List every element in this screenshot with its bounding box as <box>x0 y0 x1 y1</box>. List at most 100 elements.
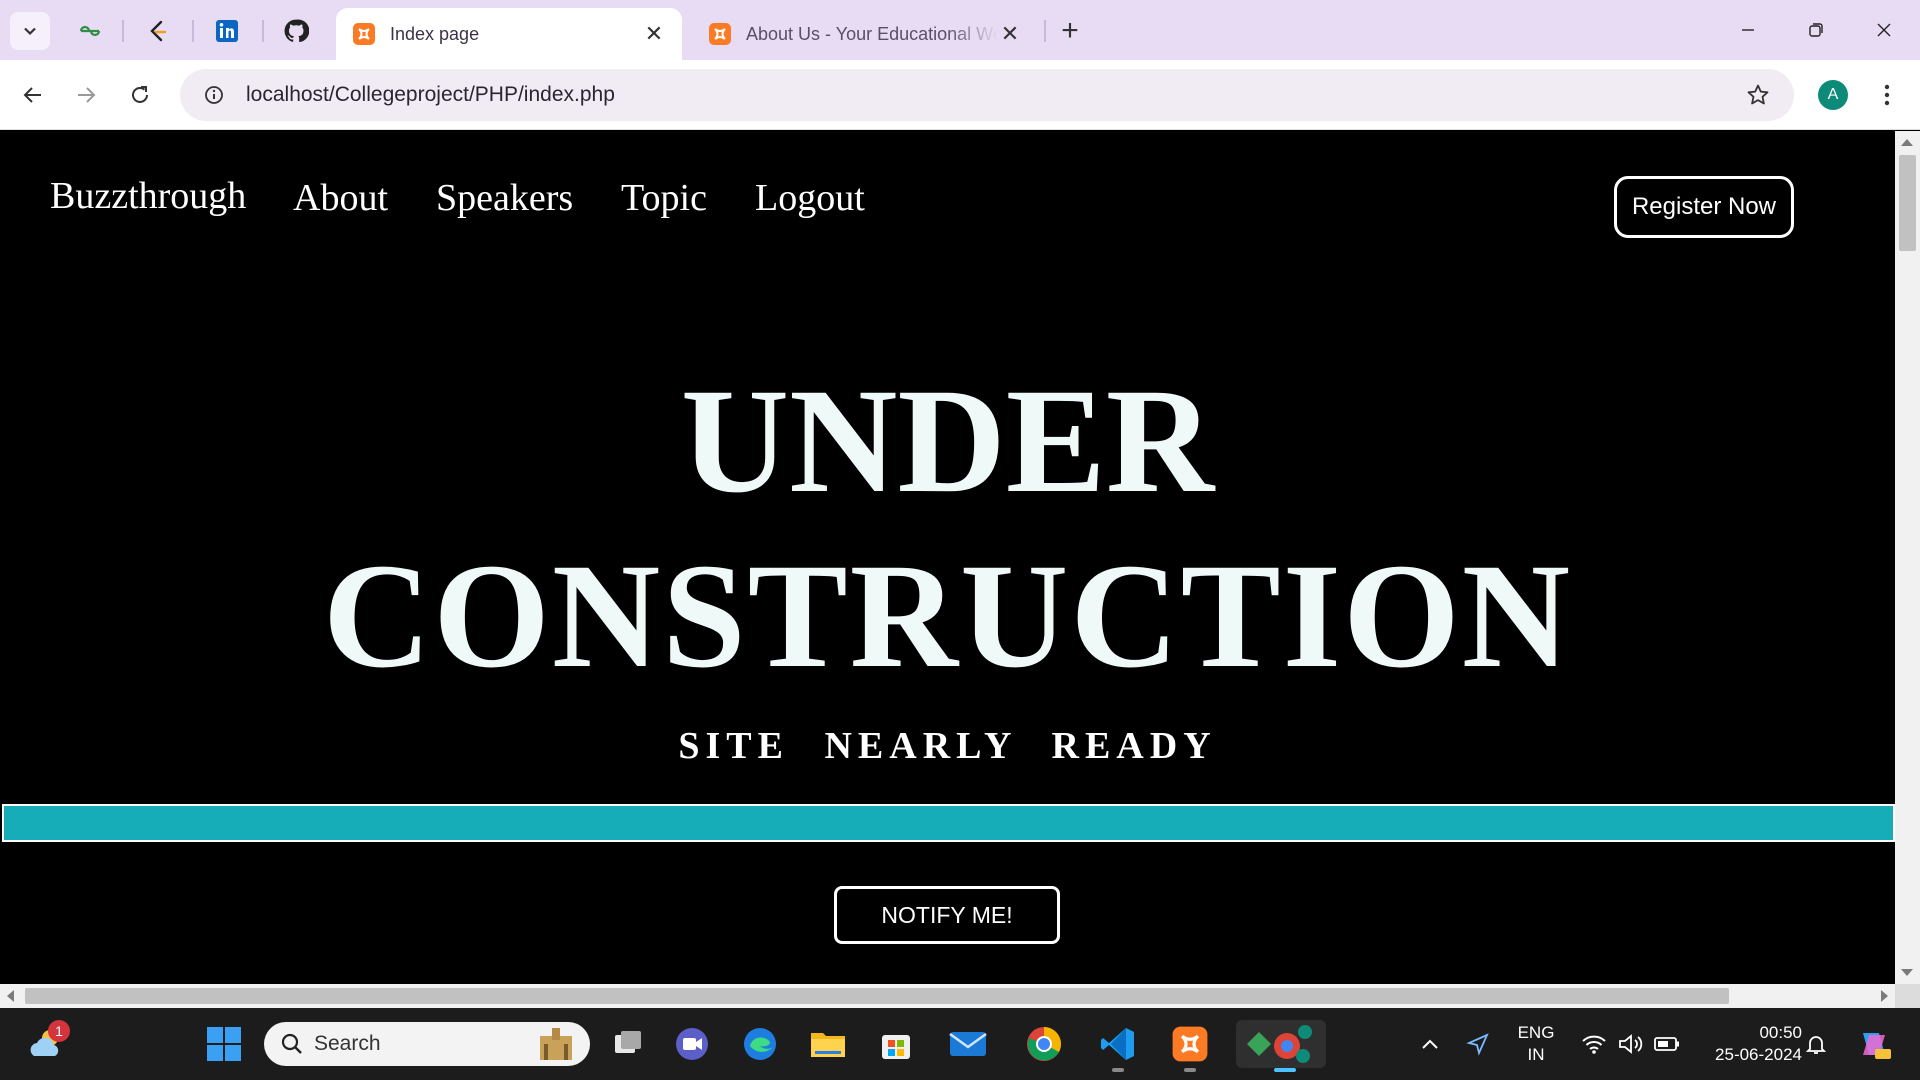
tab-about-us[interactable]: About Us - Your Educational Website ✕ <box>692 8 1038 60</box>
active-indicator <box>1274 1068 1296 1072</box>
mail-icon <box>949 1032 987 1056</box>
battery-status[interactable] <box>1648 1020 1686 1068</box>
close-icon <box>1877 23 1891 37</box>
profile-avatar[interactable]: A <box>1818 80 1848 110</box>
site-navbar: Buzzthrough About Speakers Topic Logout … <box>0 131 1895 271</box>
url-text[interactable]: localhost/Collegeproject/PHP/index.php <box>246 83 1734 107</box>
wifi-status[interactable] <box>1574 1020 1614 1068</box>
taskbar-edge[interactable] <box>736 1020 784 1068</box>
pinned-tab-geeksforgeeks[interactable] <box>68 12 112 50</box>
restore-button[interactable] <box>1786 8 1846 52</box>
new-tab-button[interactable]: + <box>1050 12 1090 50</box>
xampp-icon <box>352 22 376 46</box>
nav-link-topic[interactable]: Topic <box>621 176 707 220</box>
pinned-tab-leetcode[interactable] <box>136 12 180 50</box>
arrow-right-icon <box>78 87 96 103</box>
register-now-button[interactable]: Register Now <box>1614 176 1794 238</box>
windows-taskbar: 1 Search ENG IN 00:50 25-06-2024 <box>0 1008 1920 1080</box>
hero-subtitle: SITE NEARLY READY <box>678 725 1217 767</box>
back-button[interactable] <box>11 73 55 117</box>
notify-me-button[interactable]: NOTIFY ME! <box>834 886 1060 944</box>
volume-status[interactable] <box>1612 1020 1650 1068</box>
plus-icon: + <box>1061 14 1079 47</box>
taskbar-store[interactable] <box>872 1020 920 1068</box>
copilot-button[interactable] <box>1850 1020 1898 1068</box>
notification-center-button[interactable] <box>1796 1020 1836 1068</box>
address-bar[interactable]: localhost/Collegeproject/PHP/index.php <box>180 69 1794 121</box>
wifi-icon <box>1582 1035 1606 1054</box>
hero-heading-line2: CONSTRUCTION <box>322 533 1573 699</box>
hero-heading-line1: UNDER <box>680 358 1215 524</box>
clock-date: 25-06-2024 <box>1715 1045 1802 1064</box>
nav-link-logout[interactable]: Logout <box>755 176 865 220</box>
scroll-up-icon[interactable] <box>1901 139 1913 146</box>
taskbar-meet[interactable] <box>668 1020 716 1068</box>
folder-icon <box>811 1033 845 1057</box>
bookmark-star-icon[interactable] <box>1734 83 1782 107</box>
pinned-tab-linkedin[interactable] <box>205 12 249 50</box>
clock[interactable]: 00:50 25-06-2024 <box>1692 1022 1802 1066</box>
taskbar-chrome-profiles[interactable] <box>1236 1020 1326 1068</box>
edge-browser-icon <box>744 1028 776 1060</box>
chevron-up-icon <box>1422 1039 1438 1049</box>
tab-title: Index page <box>390 23 480 44</box>
nav-link-speakers[interactable]: Speakers <box>436 176 573 220</box>
video-chat-icon <box>676 1028 708 1060</box>
taskbar-mail[interactable] <box>944 1020 992 1068</box>
tab-title: About Us - Your Educational Website <box>746 23 998 44</box>
taskbar-search[interactable]: Search <box>264 1022 590 1066</box>
tab-strip: Index page ✕ About Us - Your Educational… <box>0 0 1920 60</box>
weather-widget[interactable]: 1 <box>22 1020 70 1068</box>
scroll-down-icon[interactable] <box>1901 969 1913 976</box>
tab-search-button[interactable] <box>10 12 50 50</box>
pinned-tab-github[interactable] <box>274 12 318 50</box>
scroll-right-icon[interactable] <box>1881 990 1888 1002</box>
task-view-icon <box>615 1031 641 1053</box>
copilot-icon <box>1863 1033 1891 1059</box>
clock-time: 00:50 <box>1759 1023 1802 1042</box>
nav-link-about[interactable]: About <box>293 176 388 220</box>
vertical-scrollbar[interactable] <box>1895 131 1920 984</box>
horizontal-scrollbar[interactable] <box>0 984 1895 1008</box>
reload-icon <box>132 86 148 103</box>
close-tab-icon[interactable]: ✕ <box>642 21 666 46</box>
minimize-button[interactable] <box>1718 8 1778 52</box>
store-icon <box>882 1035 910 1059</box>
tab-index-page[interactable]: Index page ✕ <box>336 8 682 60</box>
progress-fill <box>4 806 1893 840</box>
construction-progress-bar <box>2 804 1895 842</box>
scroll-left-icon[interactable] <box>7 990 14 1002</box>
horizontal-scroll-thumb[interactable] <box>25 988 1729 1004</box>
github-icon <box>284 19 309 43</box>
site-brand-link[interactable]: Buzzthrough <box>50 174 246 218</box>
search-highlight-icon <box>540 1028 572 1060</box>
show-hidden-icons-button[interactable] <box>1412 1020 1448 1068</box>
page-viewport: Buzzthrough About Speakers Topic Logout … <box>0 131 1895 984</box>
xampp-icon <box>1172 1026 1208 1062</box>
reload-button[interactable] <box>118 73 162 117</box>
location-indicator[interactable] <box>1460 1020 1496 1068</box>
windows-logo-icon <box>207 1027 241 1061</box>
taskbar-xampp[interactable] <box>1166 1020 1214 1068</box>
more-vertical-icon <box>1884 84 1890 106</box>
leetcode-icon <box>150 20 167 42</box>
scroll-corner <box>1895 984 1920 1008</box>
running-indicator <box>1112 1068 1124 1072</box>
forward-button[interactable] <box>64 73 108 117</box>
arrow-left-icon <box>23 87 41 103</box>
taskbar-task-view[interactable] <box>604 1020 652 1068</box>
start-button[interactable] <box>200 1020 248 1068</box>
vertical-scroll-thumb[interactable] <box>1899 155 1916 251</box>
site-info-icon[interactable] <box>190 85 238 105</box>
taskbar-chrome[interactable] <box>1020 1020 1068 1068</box>
close-window-button[interactable] <box>1854 8 1914 52</box>
taskbar-file-explorer[interactable] <box>804 1020 852 1068</box>
chrome-icon <box>1027 1027 1061 1061</box>
browser-menu-button[interactable] <box>1870 73 1904 117</box>
close-tab-icon[interactable]: ✕ <box>998 21 1022 46</box>
input-language-indicator[interactable]: ENG IN <box>1504 1022 1568 1066</box>
taskbar-vscode[interactable] <box>1094 1020 1142 1068</box>
restore-icon <box>1809 23 1823 37</box>
running-indicator <box>1184 1068 1196 1072</box>
browser-toolbar: localhost/Collegeproject/PHP/index.php A <box>0 60 1920 130</box>
